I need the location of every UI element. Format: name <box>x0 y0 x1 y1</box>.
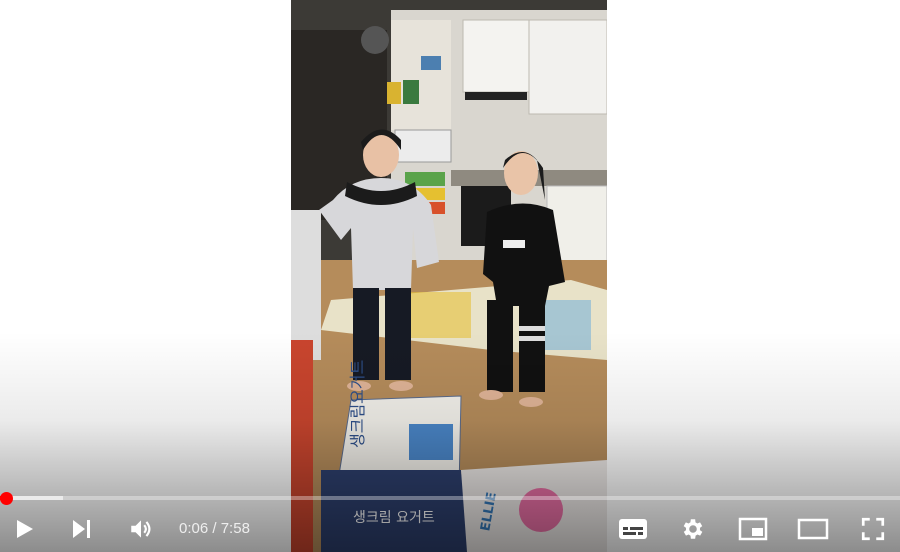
fullscreen-icon <box>861 517 885 541</box>
skip-next-icon <box>73 520 90 538</box>
time-separator: / <box>208 520 221 537</box>
settings-button[interactable] <box>672 506 714 552</box>
mute-button[interactable] <box>122 506 160 552</box>
subtitles-icon <box>619 519 647 539</box>
play-button[interactable] <box>6 506 42 552</box>
miniplayer-button[interactable] <box>732 506 774 552</box>
video-frame[interactable]: 생크림요거트 생크림 요거트 ELLIE <box>291 0 607 552</box>
total-duration: 7:58 <box>220 520 250 537</box>
video-player[interactable]: 생크림요거트 생크림 요거트 ELLIE 0:06 / 7:58 <box>0 0 900 552</box>
miniplayer-icon <box>738 517 768 541</box>
progress-bar[interactable] <box>0 491 900 505</box>
progress-scrubber-handle[interactable] <box>0 491 14 505</box>
box-label-top: 생크림요거트 <box>348 360 367 448</box>
next-button[interactable] <box>64 506 100 552</box>
player-controls: 0:06 / 7:58 <box>0 506 900 552</box>
volume-icon <box>131 520 151 538</box>
subtitles-button[interactable] <box>612 506 654 552</box>
gear-icon <box>683 519 703 539</box>
play-icon <box>17 520 33 538</box>
fullscreen-button[interactable] <box>852 506 894 552</box>
time-display: 0:06 / 7:58 <box>179 506 250 552</box>
theater-mode-icon <box>797 518 829 540</box>
video-thumbnail: 생크림요거트 생크림 요거트 ELLIE <box>291 0 607 552</box>
current-time: 0:06 <box>179 520 209 537</box>
theater-mode-button[interactable] <box>792 506 834 552</box>
